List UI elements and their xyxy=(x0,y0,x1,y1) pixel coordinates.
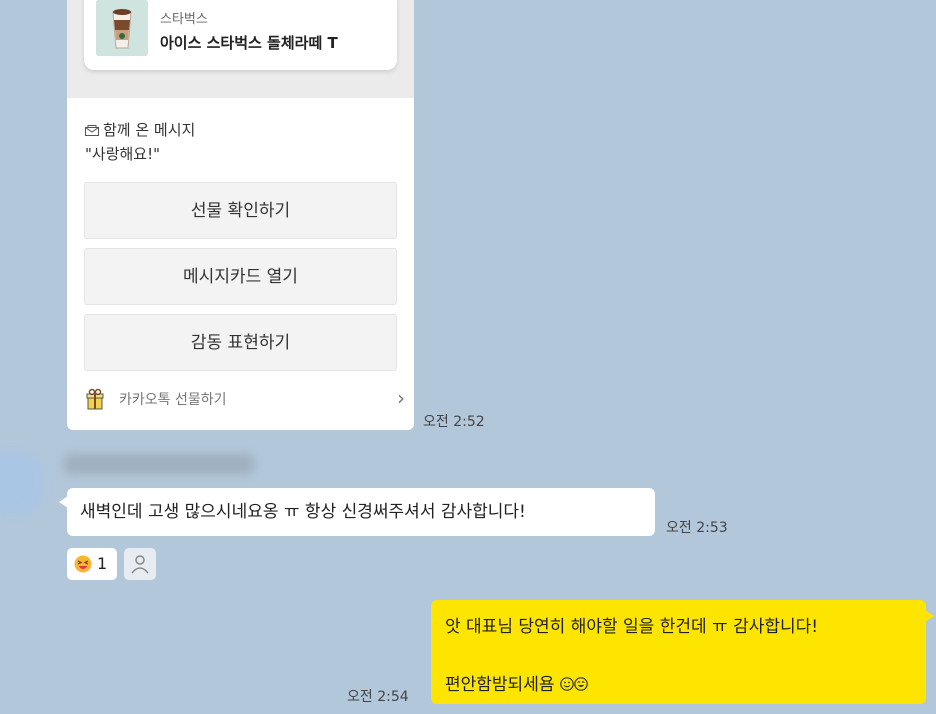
kakao-gift-link[interactable]: 카카오톡 선물하기 › xyxy=(85,386,405,414)
person-icon xyxy=(131,555,149,574)
gift-message-text: "사랑해요!" xyxy=(85,145,161,163)
express-thanks-button[interactable]: 감동 표현하기 xyxy=(84,314,397,371)
product-name: 아이스 스타벅스 돌체라떼 T xyxy=(160,34,338,52)
bubble-tail xyxy=(59,496,68,508)
gift-message: 함께 온 메시지 "사랑해요!" xyxy=(85,118,195,166)
add-reaction-button[interactable] xyxy=(124,548,156,580)
sent-message-line-1: 앗 대표님 당연히 해야할 일을 한건데 ㅠ 감사합니다! xyxy=(445,617,819,637)
received-message-bubble[interactable]: 새벽인데 고생 많으시네요옹 ㅠ 항상 신경써주셔서 감사합니다! xyxy=(59,488,655,536)
bubble-tail xyxy=(925,610,934,622)
sent-message-bubble[interactable]: 앗 대표님 당연히 해야할 일을 한건데 ㅠ 감사합니다! 편안함밤되세욤 xyxy=(431,600,934,704)
open-message-card-button[interactable]: 메시지카드 열기 xyxy=(84,248,397,305)
check-gift-button[interactable]: 선물 확인하기 xyxy=(84,182,397,239)
timestamp: 오전 2:53 xyxy=(666,520,728,536)
product-brand: 스타벅스 xyxy=(160,12,208,27)
timestamp: 오전 2:52 xyxy=(423,414,485,430)
reaction-count: 1 xyxy=(97,554,108,573)
kakao-gift-label: 카카오톡 선물하기 xyxy=(119,392,227,408)
avatar[interactable] xyxy=(0,452,44,514)
gift-message-card[interactable]: 스타벅스 아이스 스타벅스 돌체라떼 T 함께 온 메시지 "사랑해요!" 선물… xyxy=(67,0,414,430)
grinning-icon xyxy=(574,677,588,691)
sent-message-line-2-text: 편안함밤되세욤 xyxy=(445,675,555,695)
sent-message-line-2: 편안함밤되세욤 xyxy=(445,670,588,695)
product-thumbnail xyxy=(96,0,148,56)
sender-name xyxy=(64,454,254,474)
timestamp: 오전 2:54 xyxy=(347,689,409,705)
smiley-icon xyxy=(560,677,574,691)
gift-box-icon xyxy=(86,388,104,410)
chevron-right-icon: › xyxy=(397,386,405,410)
product-card[interactable]: 스타벅스 아이스 스타벅스 돌체라떼 T xyxy=(84,0,397,70)
received-message-text: 새벽인데 고생 많으시네요옹 ㅠ 항상 신경써주셔서 감사합니다! xyxy=(80,502,526,522)
gift-message-title: 함께 온 메시지 xyxy=(103,121,196,139)
envelope-icon xyxy=(85,125,99,136)
laughing-emoji-icon xyxy=(74,555,92,573)
gift-product-area: 스타벅스 아이스 스타벅스 돌체라떼 T xyxy=(67,0,414,98)
reaction-badge[interactable]: 1 xyxy=(67,548,117,580)
